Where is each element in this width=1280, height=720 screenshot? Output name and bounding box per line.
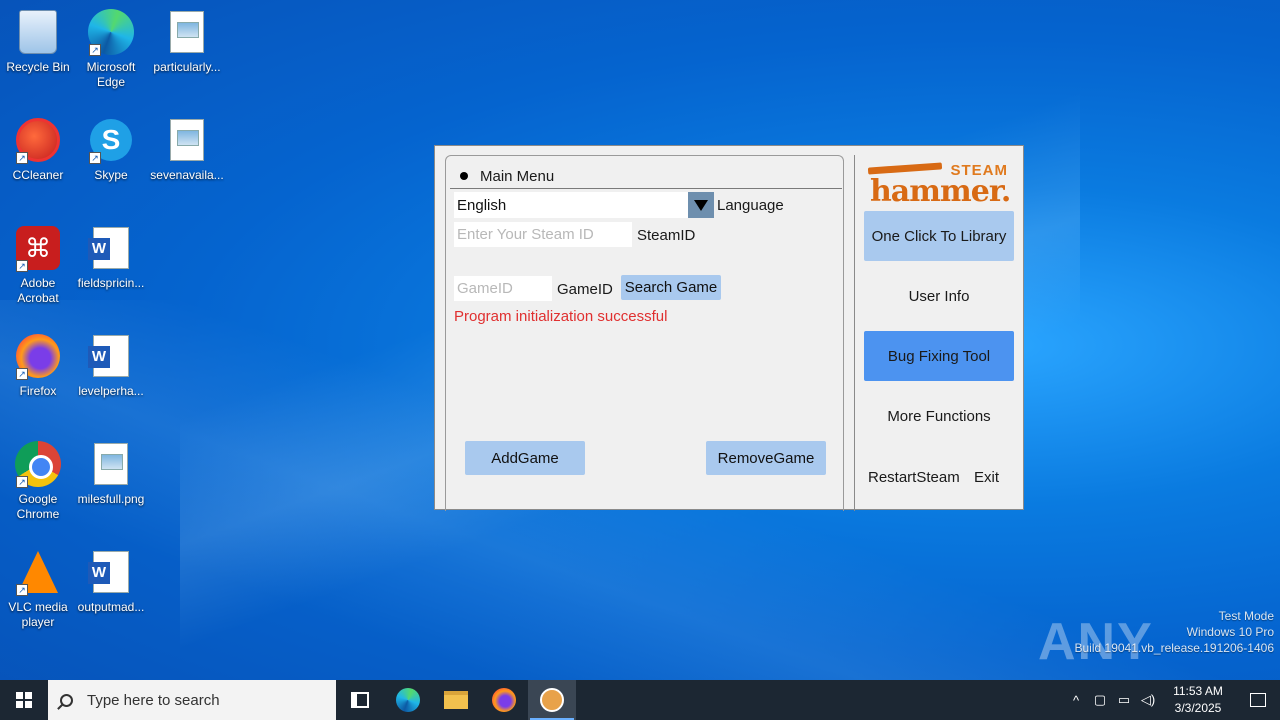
folder-icon: [444, 691, 468, 709]
one-click-library-button[interactable]: One Click To Library: [864, 211, 1014, 261]
main-menu-panel: Main Menu English Language SteamID GameI…: [445, 155, 844, 511]
windows-watermark: Test Mode Windows 10 Pro Build 19041.vb_…: [1074, 609, 1275, 655]
steam-hammer-app-icon: [540, 688, 564, 712]
network-icon[interactable]: ▭: [1112, 680, 1136, 720]
main-menu-title: Main Menu: [480, 167, 555, 185]
steam-hammer-logo: STEAM hammer.: [867, 160, 1011, 209]
taskbar-firefox[interactable]: [480, 680, 528, 720]
remove-game-button[interactable]: RemoveGame: [706, 441, 826, 475]
chrome-icon: ↗: [14, 440, 62, 488]
desktop-icon-edge[interactable]: ↗ Microsoft Edge: [73, 8, 149, 90]
language-select[interactable]: English: [454, 192, 714, 218]
desktop-icon-vlc[interactable]: ↗ VLC media player: [0, 548, 76, 630]
firefox-icon: ↗: [14, 332, 62, 380]
notification-icon: [1250, 693, 1266, 707]
menu-separator: [450, 188, 842, 189]
exit-button[interactable]: Exit: [974, 469, 999, 486]
steamid-label: SteamID: [637, 227, 696, 244]
panel-divider: [854, 155, 855, 511]
user-info-button[interactable]: User Info: [864, 271, 1014, 321]
edge-icon: ↗: [87, 8, 135, 56]
edge-icon: [396, 688, 420, 712]
windows-logo-icon: [16, 692, 32, 708]
desktop-icon-label: Google Chrome: [16, 492, 60, 521]
chevron-up-icon[interactable]: ^: [1064, 680, 1088, 720]
start-button[interactable]: [0, 680, 48, 720]
desktop-icon-label: Skype: [94, 168, 128, 182]
desktop-icon-fieldspricin[interactable]: fieldspricin...: [73, 224, 149, 291]
acrobat-icon: ⌘ ↗: [14, 224, 62, 272]
notification-button[interactable]: [1236, 680, 1280, 720]
desktop-icon-milesfull[interactable]: milesfull.png: [73, 440, 149, 507]
steamid-input[interactable]: [454, 222, 632, 247]
bug-fixing-tool-button[interactable]: Bug Fixing Tool: [864, 331, 1014, 381]
word-doc-icon: [87, 548, 135, 596]
volume-icon[interactable]: ◁): [1136, 680, 1160, 720]
system-tray: ^ ▢ ▭ ◁) 11:53 AM 3/3/2025: [1064, 680, 1280, 720]
taskbar-search[interactable]: Type here to search: [48, 680, 336, 720]
language-label: Language: [717, 197, 784, 214]
desktop-icon-skype[interactable]: S ↗ Skype: [73, 116, 149, 183]
desktop-icon-acrobat[interactable]: ⌘ ↗ Adobe Acrobat: [0, 224, 76, 306]
desktop-icon-label: milesfull.png: [77, 492, 145, 506]
desktop-icon-label: Recycle Bin: [6, 60, 70, 74]
desktop-icon-label: sevenavaila...: [150, 168, 224, 182]
image-file-icon: [163, 116, 211, 164]
taskbar-steam-hammer[interactable]: [528, 680, 576, 720]
language-selected-value: English: [457, 196, 507, 214]
ccleaner-icon: ↗: [14, 116, 62, 164]
gameid-input[interactable]: [454, 276, 552, 301]
desktop-icon-recycle-bin[interactable]: Recycle Bin: [0, 8, 76, 75]
chevron-down-icon: [694, 199, 708, 211]
desktop-icon-label: particularly...: [153, 60, 221, 74]
clock-date: 3/3/2025: [1174, 701, 1222, 715]
desktop-icon-label: Adobe Acrobat: [17, 276, 59, 305]
main-menu-header[interactable]: Main Menu: [460, 166, 554, 186]
desktop-icon-levelperha[interactable]: levelperha...: [73, 332, 149, 399]
word-doc-icon: [87, 332, 135, 380]
image-file-icon: [163, 8, 211, 56]
desktop-icon-ccleaner[interactable]: ↗ CCleaner: [0, 116, 76, 183]
firefox-icon: [492, 688, 516, 712]
desktop-icon-firefox[interactable]: ↗ Firefox: [0, 332, 76, 399]
task-view-icon: [351, 692, 369, 708]
add-game-button[interactable]: AddGame: [465, 441, 585, 475]
desktop-icon-chrome[interactable]: ↗ Google Chrome: [0, 440, 76, 522]
desktop-icon-label: outputmad...: [77, 600, 145, 614]
desktop-icon-particularly[interactable]: particularly...: [149, 8, 225, 75]
radio-dot-icon: [460, 172, 468, 180]
desktop-icon-label: VLC media player: [8, 600, 68, 629]
desktop-icon-label: Microsoft Edge: [86, 60, 136, 89]
taskbar-file-explorer[interactable]: [432, 680, 480, 720]
desktop-icon-sevenavaila[interactable]: sevenavaila...: [149, 116, 225, 183]
restart-steam-button[interactable]: RestartSteam: [868, 469, 960, 486]
more-functions-button[interactable]: More Functions: [864, 391, 1014, 441]
desktop-icon-label: fieldspricin...: [77, 276, 145, 290]
desktop-icon-outputmad[interactable]: outputmad...: [73, 548, 149, 615]
steam-hammer-window: Main Menu English Language SteamID GameI…: [434, 145, 1024, 511]
recycle-bin-icon: [14, 8, 62, 56]
task-view-button[interactable]: [336, 680, 384, 720]
clock[interactable]: 11:53 AM 3/3/2025: [1160, 683, 1236, 717]
taskbar-edge[interactable]: [384, 680, 432, 720]
desktop-icon-label: levelperha...: [78, 384, 144, 398]
search-game-button[interactable]: Search Game: [621, 275, 721, 300]
word-doc-icon: [87, 224, 135, 272]
desktop-icon-label: Firefox: [19, 384, 57, 398]
search-icon: [60, 693, 73, 707]
clock-time: 11:53 AM: [1173, 684, 1223, 698]
desktop-icon-label: CCleaner: [12, 168, 64, 182]
dropdown-arrow-button[interactable]: [688, 192, 714, 218]
device-icon[interactable]: ▢: [1088, 680, 1112, 720]
taskbar-search-placeholder: Type here to search: [87, 691, 220, 709]
vlc-icon: ↗: [14, 548, 62, 596]
gameid-label: GameID: [557, 281, 613, 298]
status-message: Program initialization successful: [454, 308, 668, 325]
taskbar: Type here to search ^ ▢ ▭ ◁) 11:53 AM 3/…: [0, 680, 1280, 720]
image-file-icon: [87, 440, 135, 488]
skype-icon: S ↗: [87, 116, 135, 164]
hammer-icon: [867, 162, 943, 175]
